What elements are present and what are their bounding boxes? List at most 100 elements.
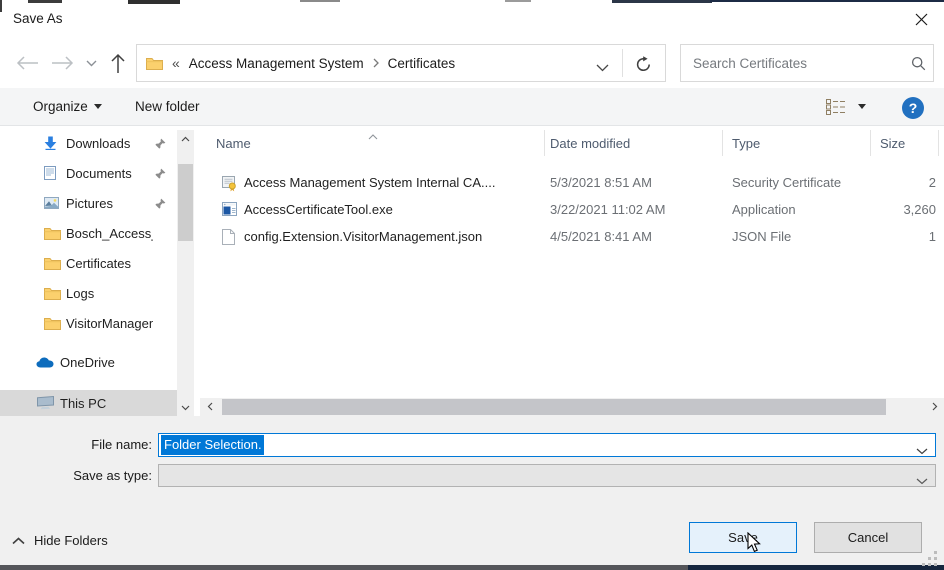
sidebar-item-documents[interactable]: Documents: [0, 159, 177, 187]
sidebar-item-this-pc[interactable]: This PC: [0, 390, 177, 416]
file-date: 3/22/2021 11:02 AM: [550, 202, 665, 217]
file-size: 3,260: [903, 202, 936, 217]
sidebar-item-label: OneDrive: [60, 355, 153, 370]
save-as-type-combo[interactable]: [158, 464, 936, 487]
sidebar-item-pictures[interactable]: Pictures: [0, 189, 177, 217]
forward-button[interactable]: [50, 54, 76, 72]
back-arrow-icon: [15, 55, 39, 71]
file-row-json[interactable]: config.Extension.VisitorManagement.json …: [200, 224, 944, 251]
file-type: Application: [732, 202, 796, 217]
sidebar-item-label: Pictures: [66, 196, 153, 211]
file-date: 5/3/2021 8:51 AM: [550, 175, 652, 190]
column-divider[interactable]: [938, 130, 939, 156]
breadcrumb-segment[interactable]: Certificates: [388, 56, 456, 71]
pin-icon: [155, 138, 166, 149]
file-name-selected-text: Folder Selection.: [161, 435, 264, 455]
file-name: AccessCertificateTool.exe: [244, 202, 393, 217]
toolbar: Organize New folder: [0, 88, 944, 126]
save-as-type-dropdown-button[interactable]: [916, 473, 928, 488]
file-list-horizontal-scrollbar[interactable]: [200, 398, 944, 416]
background-window-artifact: [505, 0, 531, 2]
save-dialog-footer: File name: Folder Selection. Save as typ…: [0, 416, 944, 565]
file-list: Name Date modified Type Size Access Mana…: [200, 126, 944, 398]
column-divider[interactable]: [870, 130, 871, 156]
file-row-application[interactable]: AccessCertificateTool.exe 3/22/2021 11:0…: [200, 197, 944, 224]
address-bar[interactable]: « Access Management System Certificates: [136, 44, 666, 82]
scroll-up-button[interactable]: [177, 130, 194, 147]
cancel-button[interactable]: Cancel: [814, 522, 922, 553]
hide-folders-button[interactable]: Hide Folders: [12, 533, 108, 548]
application-file-icon: [222, 202, 237, 216]
scroll-right-button[interactable]: [926, 398, 943, 415]
sidebar-scrollbar[interactable]: [177, 130, 194, 416]
sidebar-item-label: Logs: [66, 286, 153, 301]
file-name-label: File name:: [20, 437, 152, 452]
close-icon: [915, 13, 928, 26]
sidebar-item-label: Downloads: [66, 136, 153, 151]
scrollbar-thumb[interactable]: [222, 399, 886, 415]
view-options-button[interactable]: [826, 88, 866, 125]
background-window-artifact: [0, 0, 2, 12]
caret-down-icon: [94, 104, 102, 109]
sidebar-item-logs[interactable]: Logs: [0, 279, 177, 307]
sidebar-item-onedrive[interactable]: OneDrive: [0, 348, 177, 376]
file-name: Access Management System Internal CA....: [244, 175, 495, 190]
back-button[interactable]: [14, 54, 40, 72]
search-input[interactable]: [681, 56, 903, 71]
column-label: Size: [880, 136, 905, 151]
picture-icon: [44, 197, 59, 209]
cancel-button-label: Cancel: [848, 530, 888, 545]
recent-locations-button[interactable]: [84, 58, 98, 68]
address-dropdown-button[interactable]: [596, 60, 609, 75]
column-header-type[interactable]: Type: [732, 126, 760, 160]
background-window-artifact: [0, 565, 690, 570]
hide-folders-label: Hide Folders: [34, 533, 108, 548]
folder-icon: [44, 317, 61, 330]
sidebar-item-bosch-access[interactable]: Bosch_Access_Im: [0, 219, 177, 247]
scroll-down-button[interactable]: [177, 399, 194, 416]
help-button[interactable]: ?: [902, 97, 924, 119]
folder-icon: [44, 257, 61, 270]
chevron-down-icon: [86, 60, 97, 67]
scrollbar-thumb[interactable]: [178, 164, 193, 241]
sidebar-item-label: This PC: [60, 396, 153, 411]
file-date: 4/5/2021 8:41 AM: [550, 229, 652, 244]
search-button[interactable]: [903, 45, 933, 81]
sidebar-item-downloads[interactable]: Downloads: [0, 129, 177, 157]
organize-button[interactable]: Organize: [33, 88, 102, 125]
sidebar-item-visitormanagement[interactable]: VisitorManagem: [0, 309, 177, 337]
sidebar-item-label: VisitorManagem: [66, 316, 153, 331]
save-button[interactable]: Save: [689, 522, 797, 553]
close-button[interactable]: [906, 6, 936, 32]
column-label: Type: [732, 136, 760, 151]
background-window-artifact: [128, 0, 180, 4]
column-header-name[interactable]: Name: [216, 126, 251, 160]
column-divider[interactable]: [544, 130, 545, 156]
refresh-icon: [635, 56, 652, 73]
divider: [622, 49, 623, 77]
column-header-date-modified[interactable]: Date modified: [550, 126, 630, 160]
this-pc-icon: [36, 396, 55, 410]
scroll-left-button[interactable]: [201, 398, 218, 415]
search-box: [680, 44, 934, 82]
sidebar-item-certificates[interactable]: Certificates: [0, 249, 177, 277]
json-file-icon: [222, 229, 235, 245]
onedrive-icon: [36, 357, 54, 368]
breadcrumb-segment[interactable]: Access Management System: [189, 56, 364, 71]
file-name-input[interactable]: Folder Selection.: [158, 433, 936, 457]
new-folder-button[interactable]: New folder: [135, 88, 200, 125]
file-type: Security Certificate: [732, 175, 841, 190]
column-divider[interactable]: [722, 130, 723, 156]
organize-label: Organize: [33, 99, 88, 114]
background-window-artifact: [612, 0, 712, 3]
sidebar-item-label: Certificates: [66, 256, 153, 271]
breadcrumb-overflow[interactable]: «: [172, 55, 180, 71]
new-folder-label: New folder: [135, 99, 200, 114]
search-icon: [911, 56, 926, 71]
refresh-button[interactable]: [626, 50, 660, 78]
file-name-dropdown-button[interactable]: [916, 443, 928, 458]
file-row-certificate[interactable]: Access Management System Internal CA....…: [200, 170, 944, 197]
column-header-size[interactable]: Size: [880, 126, 905, 160]
up-button[interactable]: [108, 51, 128, 75]
mouse-cursor: [747, 532, 763, 557]
